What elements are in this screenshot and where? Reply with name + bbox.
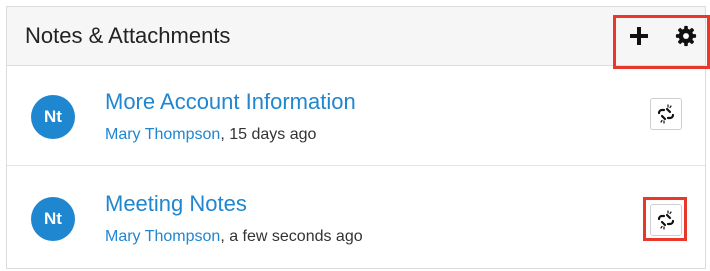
note-title-link[interactable]: More Account Information [105, 89, 356, 115]
notes-attachments-dashlet: Notes & Attachments Nt More Account Info… [6, 6, 710, 269]
author-link[interactable]: Mary Thompson [105, 126, 220, 143]
note-meta: Mary Thompson, a few seconds ago [105, 228, 363, 246]
dashlet-title: Notes & Attachments [25, 23, 231, 48]
note-timestamp: , a few seconds ago [220, 228, 363, 245]
list-item: Nt More Account Information Mary Thompso… [7, 65, 705, 166]
note-timestamp: , 15 days ago [220, 126, 317, 143]
list-item: Nt Meeting Notes Mary Thompson, a few se… [7, 167, 705, 267]
plus-icon[interactable] [627, 24, 651, 48]
avatar: Nt [31, 197, 75, 241]
unlink-button[interactable] [650, 204, 682, 236]
note-meta: Mary Thompson, 15 days ago [105, 126, 316, 144]
unlink-button[interactable] [650, 98, 682, 130]
avatar: Nt [31, 95, 75, 139]
note-title-link[interactable]: Meeting Notes [105, 191, 247, 217]
dashlet-header: Notes & Attachments [7, 7, 705, 66]
gear-icon[interactable] [674, 24, 698, 48]
unlink-icon [657, 210, 675, 230]
author-link[interactable]: Mary Thompson [105, 228, 220, 245]
unlink-icon [657, 104, 675, 124]
